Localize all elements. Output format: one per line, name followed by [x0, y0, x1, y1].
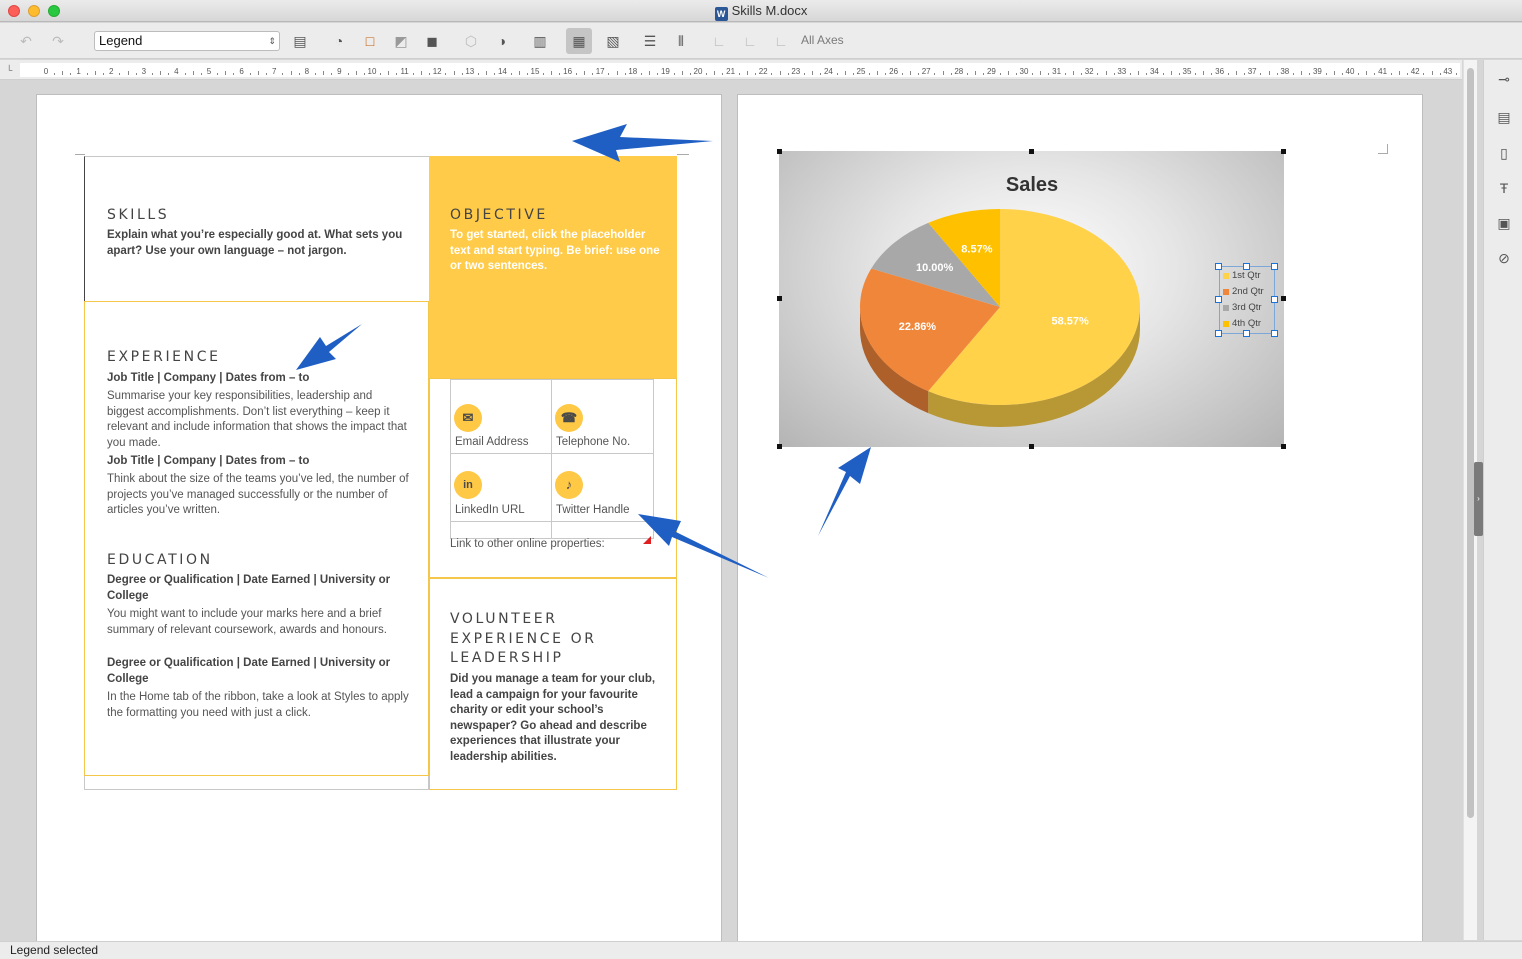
arrow-icon [296, 324, 362, 370]
annotation-arrows [296, 124, 871, 578]
image-icon[interactable]: ▣ [1495, 214, 1513, 232]
sidebar-toggle-handle[interactable]: › [1474, 462, 1483, 536]
status-bar: Legend selected [0, 941, 1522, 959]
arrow-icon [638, 514, 769, 578]
compass-icon[interactable]: ⊘ [1495, 249, 1513, 267]
text-format-icon[interactable]: Ŧ [1495, 179, 1513, 197]
status-text: Legend selected [10, 943, 99, 957]
word-app-window: W Skills M.docx ↶ ↷ Legend ⇕ ▤ ◔ □ ◩ ◼ ⬡ ◑… [0, 0, 1522, 959]
format-controls-icon[interactable]: ⊸ [1495, 70, 1513, 88]
styles-pane-icon[interactable]: ▤ [1495, 108, 1513, 126]
arrow-icon [572, 124, 713, 162]
document-icon[interactable]: ▯ [1495, 144, 1513, 162]
scrollbar-thumb[interactable] [1467, 68, 1474, 818]
right-sidebar: ⊸ ▤ ▯ Ŧ ▣ ⊘ [1483, 60, 1522, 940]
arrow-icon [818, 447, 871, 536]
